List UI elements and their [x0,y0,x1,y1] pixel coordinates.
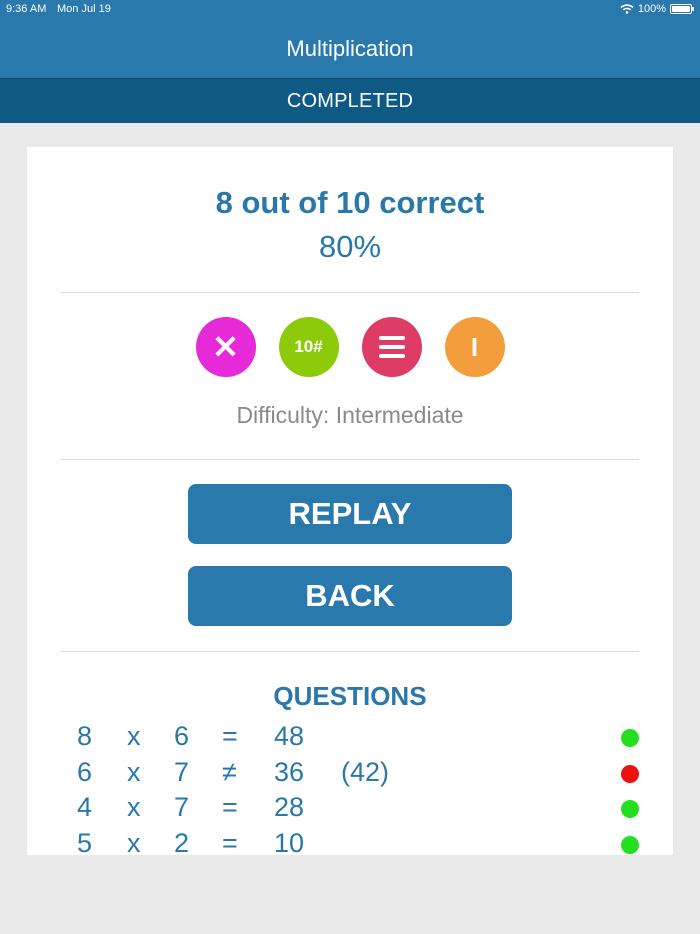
status-date: Mon Jul 19 [57,3,111,15]
correct-indicator [621,836,639,854]
back-button[interactable]: BACK [188,566,512,626]
score-text: 8 out of 10 correct [215,185,485,220]
wifi-icon [620,4,634,14]
battery-percent: 100% [637,3,666,15]
question-row: 8 x 6 = 48 [27,721,673,755]
difficulty-level-icon: I [444,317,505,377]
status-header: COMPLETED [0,78,700,123]
nav-bar: Multiplication [0,20,700,78]
score-percent: 80% [318,229,382,264]
divider [61,292,639,293]
status-right: 100% [620,3,694,15]
replay-button[interactable]: REPLAY [188,484,512,544]
completed-label: COMPLETED [286,89,414,112]
status-bar: 9:36 AM Mon Jul 19 100% [0,0,700,20]
question-count-icon: 10# [278,317,339,377]
battery-icon [670,4,694,14]
question-row: 5 x 2 = 10 [27,828,673,855]
divider [61,459,639,460]
status-time: 9:36 AM [6,3,47,15]
correct-indicator [621,800,639,818]
questions-title: QUESTIONS [273,681,427,711]
question-row: 6 x 7 ≠ 36 (42) [27,757,673,791]
correct-indicator [621,729,639,747]
list-icon [361,317,422,377]
nav-title: Multiplication [286,36,414,61]
settings-icons: ✕ 10# I [27,317,673,377]
results-card: 8 out of 10 correct 80% ✕ 10# I Difficul… [27,147,673,855]
question-row: 4 x 7 = 28 [27,792,673,826]
multiply-icon: ✕ [195,317,256,377]
divider [61,651,639,652]
incorrect-indicator [621,765,639,783]
difficulty-text: Difficulty: Intermediate [236,402,464,428]
